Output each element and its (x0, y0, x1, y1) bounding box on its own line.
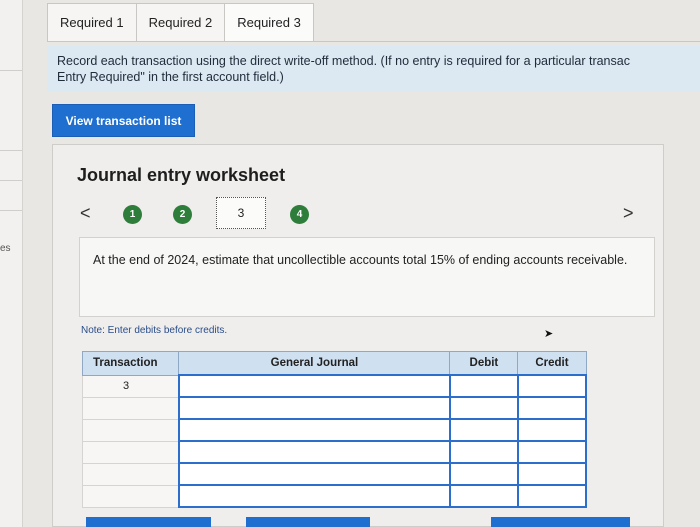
left-panel-divider (0, 150, 22, 151)
account-input[interactable] (177, 374, 451, 398)
tab-required-3[interactable]: Required 3 (224, 3, 314, 41)
account-input[interactable] (177, 484, 451, 508)
worksheet-title: Journal entry worksheet (77, 165, 286, 185)
header-transaction: Transaction (81, 351, 180, 376)
debit-input[interactable] (448, 462, 519, 486)
left-panel-divider (0, 70, 22, 71)
left-panel-text: es (0, 243, 11, 254)
journal-header-row: Transaction General Journal Debit Credit (81, 351, 587, 376)
table-row (81, 396, 588, 420)
transaction-cell (81, 462, 180, 486)
requirement-tabs: Required 1 Required 2 Required 3 (47, 3, 314, 41)
credit-input[interactable] (516, 418, 588, 442)
credit-input[interactable] (516, 396, 588, 420)
debit-input[interactable] (448, 396, 519, 420)
table-row (81, 440, 588, 464)
debit-input[interactable] (448, 418, 519, 442)
instruction-banner: Record each transaction using the direct… (47, 46, 700, 92)
journal-table: Transaction General Journal Debit Credit… (81, 351, 588, 508)
mouse-cursor-icon: ➤ (544, 328, 554, 340)
step-1-button[interactable]: 1 (123, 205, 142, 224)
credit-input[interactable] (516, 374, 588, 398)
account-input[interactable] (177, 418, 451, 442)
debit-input[interactable] (448, 440, 519, 464)
tab-required-2[interactable]: Required 2 (135, 3, 226, 41)
transaction-cell: 3 (81, 374, 180, 398)
prev-arrow-icon[interactable]: < (80, 203, 91, 224)
next-arrow-icon[interactable]: > (623, 203, 634, 224)
bottom-action-button[interactable] (491, 517, 630, 527)
tab-required-1[interactable]: Required 1 (47, 3, 137, 41)
credit-input[interactable] (516, 440, 588, 464)
left-panel-divider (0, 210, 22, 211)
account-input[interactable] (177, 396, 451, 420)
debit-input[interactable] (448, 374, 519, 398)
left-panel-divider (0, 180, 22, 181)
transaction-cell (81, 396, 180, 420)
table-row (81, 418, 588, 442)
bottom-action-button[interactable] (86, 517, 211, 527)
header-credit: Credit (517, 351, 587, 376)
transaction-cell (81, 418, 180, 442)
journal-entry-worksheet: Journal entry worksheet < 1 2 3 4 > At t… (52, 144, 664, 527)
bottom-action-button[interactable] (246, 517, 370, 527)
step-2-button[interactable]: 2 (173, 205, 192, 224)
transaction-cell (81, 440, 180, 464)
account-input[interactable] (177, 440, 451, 464)
credit-input[interactable] (516, 462, 588, 486)
transaction-cell (81, 484, 180, 508)
instruction-line-1: Record each transaction using the direct… (57, 54, 630, 68)
instruction-line-2: Entry Required" in the first account fie… (57, 70, 284, 84)
table-row: 3 (81, 374, 588, 398)
account-input[interactable] (177, 462, 451, 486)
credit-input[interactable] (516, 484, 588, 508)
transaction-description: At the end of 2024, estimate that uncoll… (79, 237, 655, 317)
note-text: Note: Enter debits before credits. (81, 325, 228, 336)
view-transaction-list-button[interactable]: View transaction list (52, 104, 195, 137)
table-row (81, 462, 588, 486)
header-debit: Debit (449, 351, 519, 376)
debit-input[interactable] (448, 484, 519, 508)
left-panel (0, 0, 23, 527)
step-4-button[interactable]: 4 (290, 205, 309, 224)
header-general-journal: General Journal (178, 351, 451, 376)
tab-divider (47, 41, 700, 42)
table-row (81, 484, 588, 508)
step-3-current[interactable]: 3 (216, 197, 266, 229)
